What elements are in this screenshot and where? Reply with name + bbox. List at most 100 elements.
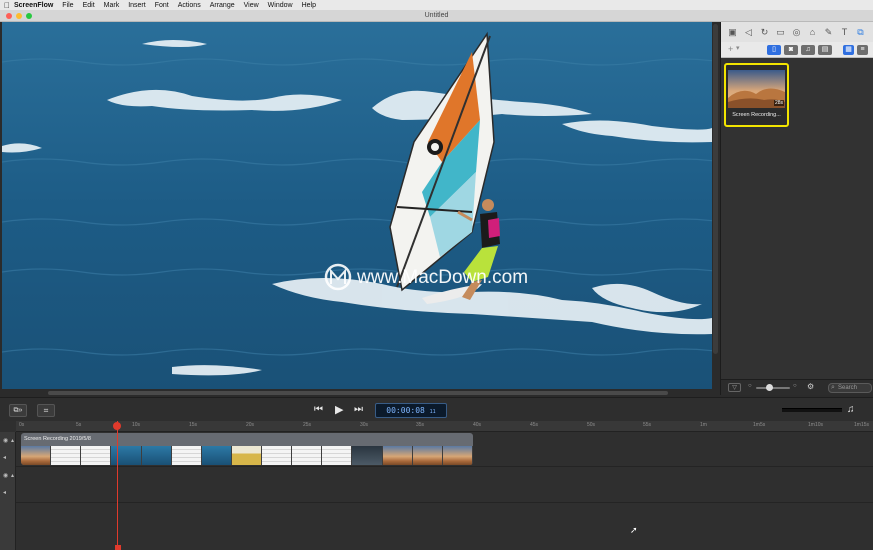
track-audio-icon[interactable]: ◂: [3, 454, 6, 461]
timecode-main: 00:00:08: [386, 406, 425, 415]
clip-frame-thumbnail: [111, 446, 142, 465]
timeline-options-button[interactable]: ⧉»: [9, 404, 27, 417]
watermark-text: www.MacDown.com: [356, 267, 528, 288]
ruler-label: 50s: [587, 422, 596, 428]
ruler-label: 1m10s: [808, 422, 824, 428]
track-visibility-eye-icon[interactable]: ◉: [3, 472, 8, 479]
track-lock-icon[interactable]: ▴: [11, 472, 14, 479]
rewind-button[interactable]: ⏮: [314, 404, 323, 416]
inspector-tab-bar: ▣ ◁ ↻ ▭ ◎ ⌂ ✎ T ⧉: [721, 22, 873, 42]
menu-file[interactable]: File: [62, 2, 73, 9]
media-library-footer: ▽ ○ ○ ⚙ ⌕ Search: [721, 379, 873, 395]
text-icon[interactable]: T: [839, 27, 850, 38]
clip-frame-thumbnail: [141, 446, 172, 465]
clip-frame-thumbnail: [81, 446, 112, 465]
timeline-ruler[interactable]: 0s 5s 10s 15s 20s 25s 30s 35s 40s 45s 50…: [16, 421, 873, 432]
playhead-handle[interactable]: [113, 422, 121, 430]
media-search-input[interactable]: ⌕ Search: [828, 383, 872, 393]
filter-document-media-button[interactable]: ▯: [767, 45, 781, 55]
ruler-label: 0s: [19, 422, 25, 428]
menu-font[interactable]: Font: [155, 2, 169, 9]
clip-frame-thumbnail: [382, 446, 413, 465]
timecode-display: 00:00:08 11: [375, 403, 447, 418]
media-library-icon[interactable]: ⧉: [855, 27, 866, 38]
add-media-button[interactable]: +: [728, 44, 733, 54]
clip-frame-thumbnail: [262, 446, 293, 465]
window-title-bar: Untitled: [0, 10, 873, 22]
filter-icon[interactable]: ▽: [728, 383, 741, 392]
clip-frame-thumbnail: [412, 446, 443, 465]
fast-forward-button[interactable]: ⏭: [354, 404, 363, 416]
track-visibility-eye-icon[interactable]: ◉: [3, 437, 8, 444]
ruler-label: 1m15s: [854, 422, 870, 428]
thumbnail-size-slider-knob[interactable]: [766, 384, 773, 391]
window-title: Untitled: [424, 12, 449, 19]
headphones-icon[interactable]: ♫: [847, 404, 855, 416]
media-item-duration: 28s: [773, 100, 784, 106]
filter-video-button[interactable]: ◙: [784, 45, 798, 55]
callout-icon[interactable]: ◎: [791, 27, 802, 38]
clip-frame-thumbnail: [292, 446, 323, 465]
track-separator: [16, 502, 873, 503]
playhead-marker[interactable]: [115, 545, 121, 550]
media-item[interactable]: 28s Screen Recording...: [724, 63, 789, 127]
filter-images-button[interactable]: ▤: [818, 45, 832, 55]
clip-frame-thumbnail: [51, 446, 82, 465]
filter-audio-button[interactable]: ♫: [801, 45, 815, 55]
grid-view-button[interactable]: ▦: [843, 45, 854, 55]
track-audio-icon[interactable]: ◂: [3, 489, 6, 496]
ruler-label: 35s: [416, 422, 425, 428]
add-media-dropdown-icon[interactable]: ▾: [736, 44, 740, 52]
apple-menu-icon[interactable]: : [0, 1, 14, 10]
audio-properties-icon[interactable]: ◁: [743, 27, 754, 38]
ruler-label: 1m5s: [753, 422, 766, 428]
menu-help[interactable]: Help: [302, 2, 316, 9]
zoom-out-icon[interactable]: ○: [748, 383, 752, 389]
timeline[interactable]: 0s 5s 10s 15s 20s 25s 30s 35s 40s 45s 50…: [0, 421, 873, 550]
clip-frame-thumbnail: [201, 446, 232, 465]
menu-arrange[interactable]: Arrange: [210, 2, 235, 9]
menu-actions[interactable]: Actions: [178, 2, 201, 9]
timecode-frames: 11: [429, 409, 436, 415]
menu-insert[interactable]: Insert: [128, 2, 146, 9]
video-properties-icon[interactable]: ▣: [727, 27, 738, 38]
transport-bar: ⧉» ⌗ ⏮ ▶ ⏭ 00:00:08 11 ♫: [0, 397, 873, 421]
play-button[interactable]: ▶: [335, 404, 343, 416]
clip-name: Screen Recording 2019/5/8: [24, 436, 91, 442]
canvas-horizontal-scrollbar[interactable]: [48, 391, 668, 395]
search-icon: ⌕: [831, 384, 835, 391]
crop-button[interactable]: ⌗: [37, 404, 55, 417]
list-view-button[interactable]: ≡: [857, 45, 868, 55]
timeline-clip[interactable]: Screen Recording 2019/5/8: [21, 433, 473, 465]
ruler-label: 25s: [303, 422, 312, 428]
video-motion-icon[interactable]: ↻: [759, 27, 770, 38]
clip-frame-thumbnail: [171, 446, 202, 465]
menu-edit[interactable]: Edit: [83, 2, 95, 9]
thumbnail-size-slider[interactable]: [756, 387, 790, 389]
screen-recording-icon[interactable]: ▭: [775, 27, 786, 38]
inspector-panel: ▣ ◁ ↻ ▭ ◎ ⌂ ✎ T ⧉ + ▾ ▯ ◙ ♫ ▤ ▦ ≡ ▭: [720, 22, 873, 395]
menu-mark[interactable]: Mark: [104, 2, 120, 9]
clip-frame-thumbnail: [352, 446, 383, 465]
ruler-label: 1m: [700, 422, 707, 428]
zoom-in-icon[interactable]: ○: [793, 383, 797, 389]
search-placeholder: Search: [838, 385, 858, 391]
track-separator: [16, 466, 873, 467]
audio-level-meter: [782, 408, 842, 412]
clip-frame-thumbnail: [21, 446, 52, 465]
preview-canvas[interactable]: www.MacDown.com: [2, 22, 712, 389]
ruler-label: 45s: [530, 422, 539, 428]
annotations-icon[interactable]: ✎: [823, 27, 834, 38]
ruler-label: 55s: [643, 422, 652, 428]
playhead[interactable]: [117, 421, 118, 550]
windsurfer-video-frame: www.MacDown.com: [2, 22, 712, 389]
menu-window[interactable]: Window: [268, 2, 293, 9]
menu-bar:  ScreenFlow File Edit Mark Insert Font …: [0, 0, 873, 10]
canvas-vertical-scrollbar[interactable]: [713, 24, 718, 354]
menu-view[interactable]: View: [244, 2, 259, 9]
ruler-label: 5s: [76, 422, 82, 428]
track-lock-icon[interactable]: ▴: [11, 437, 14, 444]
touch-callout-icon[interactable]: ⌂: [807, 27, 818, 38]
settings-gear-icon[interactable]: ⚙: [807, 382, 814, 391]
app-menu[interactable]: ScreenFlow: [14, 2, 53, 9]
